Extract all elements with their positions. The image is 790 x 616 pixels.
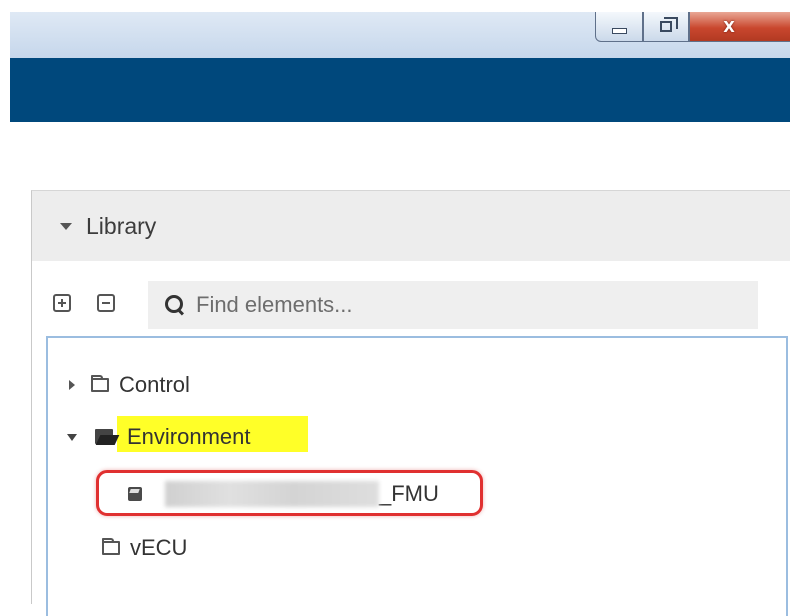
library-title: Library xyxy=(86,212,157,239)
cube-icon xyxy=(127,486,143,502)
redacted-name xyxy=(165,481,379,507)
tree-item-label: _FMU xyxy=(379,481,439,506)
collapse-all-button[interactable] xyxy=(97,294,115,312)
window-titlebar: X xyxy=(10,12,790,58)
tree-item-vecu[interactable]: vECU xyxy=(102,535,187,561)
cube-icon-top xyxy=(129,489,140,493)
expand-all-button[interactable] xyxy=(53,294,71,312)
library-panel-header[interactable]: Library xyxy=(32,191,790,261)
expand-caret-icon[interactable] xyxy=(69,380,75,390)
restore-button[interactable] xyxy=(643,12,689,42)
tree-item-fmu[interactable]: _FMU xyxy=(127,481,439,507)
collapse-caret-icon[interactable] xyxy=(67,433,77,441)
minimize-icon xyxy=(611,28,627,34)
minimize-button[interactable] xyxy=(595,12,643,42)
search-input[interactable] xyxy=(194,291,738,319)
tree-item-environment[interactable]: Environment xyxy=(67,416,308,452)
tree-item-control[interactable]: Control xyxy=(69,372,190,398)
tree-item-label: Environment xyxy=(127,424,251,449)
folder-open-icon xyxy=(95,429,120,445)
tree-item-label: Control xyxy=(119,372,190,397)
folder-outline-icon xyxy=(91,375,109,392)
search-icon-handle xyxy=(176,308,185,316)
collapse-caret-icon[interactable] xyxy=(60,222,72,230)
search-box[interactable] xyxy=(148,281,758,329)
close-icon: X xyxy=(723,17,735,36)
close-button[interactable]: X xyxy=(689,12,790,42)
tree-item-label: vECU xyxy=(130,535,188,560)
search-icon xyxy=(165,295,185,316)
folder-outline-icon xyxy=(102,538,120,555)
restore-icon xyxy=(660,17,678,32)
plus-square-icon-stroke xyxy=(61,299,63,307)
app-header-band xyxy=(10,58,790,122)
folder-open-icon-front xyxy=(95,435,120,445)
minus-square-icon xyxy=(102,302,110,304)
